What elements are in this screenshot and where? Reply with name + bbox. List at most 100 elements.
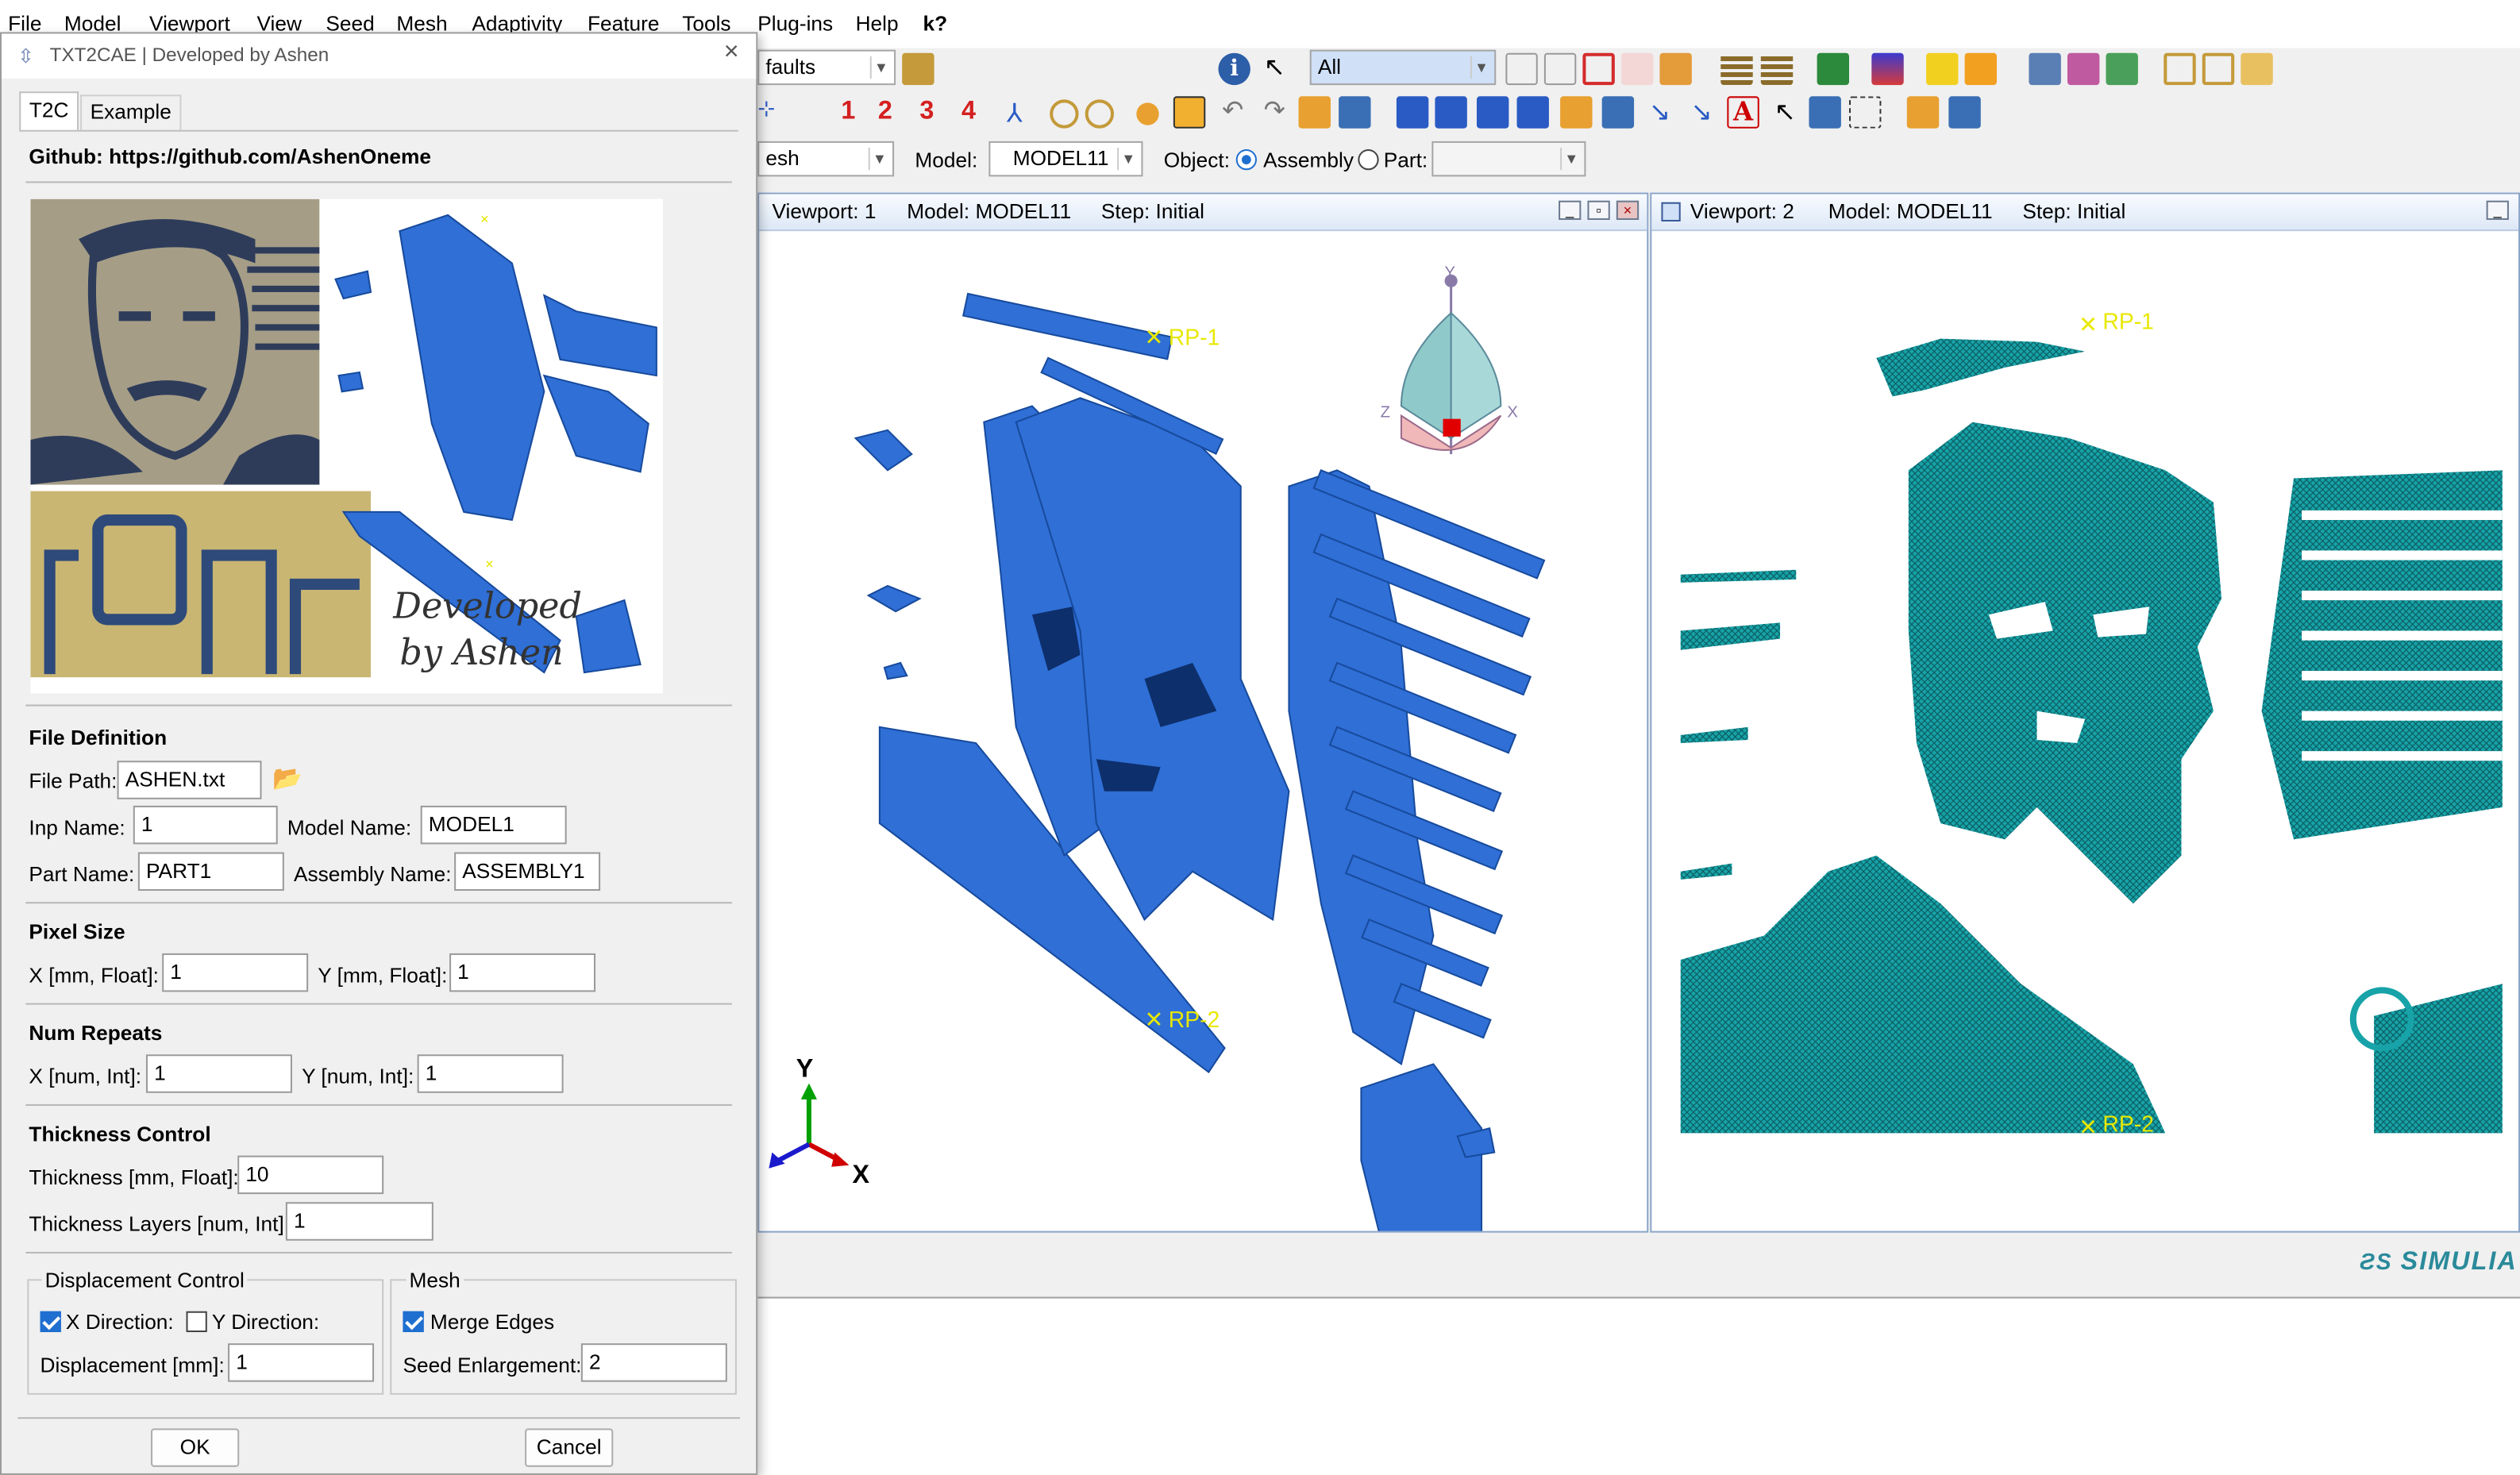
query-icon[interactable] — [1173, 96, 1206, 129]
tab-t2c[interactable]: T2C — [19, 91, 79, 130]
partition-edge-icon[interactable] — [2106, 52, 2138, 86]
csys-icon[interactable]: ⊹ — [757, 96, 789, 128]
part-radio[interactable] — [1358, 149, 1379, 171]
select-rect-icon[interactable] — [1582, 52, 1615, 86]
window-menu-icon[interactable] — [1661, 202, 1681, 221]
y-direction-checkbox[interactable] — [186, 1311, 207, 1333]
model-name-field[interactable]: MODEL1 — [420, 805, 567, 845]
thickness-field[interactable]: 10 — [237, 1155, 384, 1195]
element-type-icon[interactable] — [1871, 52, 1904, 86]
table-icon[interactable] — [1339, 96, 1371, 129]
ring2-icon[interactable] — [1085, 99, 1115, 129]
displacement-field[interactable]: 1 — [228, 1343, 375, 1382]
redo-icon[interactable]: ↷ — [1258, 96, 1290, 128]
viewport-tile-v-icon[interactable] — [1516, 96, 1549, 129]
view-2-button[interactable]: 2 — [878, 98, 892, 126]
partition-cell-icon[interactable] — [2029, 52, 2061, 86]
seed-enlargement-field[interactable]: 2 — [580, 1343, 727, 1382]
context-bar: esh ▼ Model: MODEL11 ▼ Object: Assembly Pa… — [757, 137, 2520, 183]
view-iso-icon[interactable] — [2164, 52, 2196, 86]
grid-icon[interactable] — [1848, 96, 1882, 129]
x-direction-label: X Direction: — [65, 1309, 174, 1334]
view-3-button[interactable]: 3 — [919, 98, 934, 126]
file-path-field[interactable]: ASHEN.txt — [117, 761, 262, 799]
divider — [25, 1003, 732, 1005]
viewport-tile-h-icon[interactable] — [1476, 96, 1509, 129]
partition-face-icon[interactable] — [2067, 52, 2100, 86]
defaults-combo[interactable]: faults ▼ — [757, 49, 896, 86]
divider — [17, 1417, 741, 1419]
x-direction-checkbox[interactable] — [40, 1311, 61, 1333]
model-name-label: Model Name: — [287, 815, 412, 840]
inp-name-field[interactable]: 1 — [133, 805, 278, 845]
view-4-button[interactable]: 4 — [961, 98, 976, 126]
viewport-2-titlebar: Viewport: 2 Model: MODEL11 Step: Initial… — [1651, 194, 2519, 232]
options-icon[interactable] — [1948, 96, 1981, 129]
tab-example[interactable]: Example — [80, 94, 182, 130]
assembly-name-field[interactable]: ASSEMBLY1 — [454, 852, 601, 892]
cancel-button[interactable]: Cancel — [525, 1428, 614, 1467]
rp2-marker: ✕ — [1144, 1007, 1163, 1032]
dialog-close-icon[interactable]: × — [724, 39, 739, 67]
list2-icon[interactable] — [1809, 96, 1841, 129]
select-arrow-icon[interactable]: ↖ — [1258, 53, 1290, 85]
info-icon[interactable]: i — [1218, 52, 1250, 86]
menu-help[interactable]: Help — [856, 11, 899, 35]
folder-open-icon[interactable]: 📂 — [272, 764, 303, 795]
message-area[interactable] — [757, 1296, 2520, 1475]
selection-filter-combo[interactable]: All ▼ — [1309, 49, 1497, 86]
merge-edges-checkbox[interactable] — [403, 1311, 424, 1333]
arrow2-annotation-icon[interactable]: ↘ — [1686, 96, 1717, 128]
view-front-icon[interactable] — [2202, 52, 2235, 86]
arrow-annotation-icon[interactable]: ↘ — [1643, 96, 1675, 128]
viewport-2[interactable]: Viewport: 2 Model: MODEL11 Step: Initial… — [1650, 192, 2520, 1233]
select-box-icon[interactable] — [1543, 52, 1577, 86]
list-icon[interactable] — [1601, 96, 1635, 129]
sphere-icon[interactable] — [1136, 102, 1159, 125]
viewport-1[interactable]: Viewport: 1 Model: MODEL11 Step: Initial… — [757, 192, 1649, 1233]
txt2cae-dialog: ⇳ TXT2CAE | Developed by Ashen × T2C Exa… — [0, 32, 758, 1475]
view-1-button[interactable]: 1 — [841, 98, 855, 126]
pointer-icon[interactable]: ↖ — [1769, 96, 1801, 128]
select-from-viewport-icon[interactable] — [1505, 52, 1538, 86]
context-help-icon[interactable]: k? — [923, 11, 947, 35]
repeat-x-field[interactable]: 1 — [145, 1054, 292, 1093]
delete-mesh-icon[interactable] — [1964, 52, 1997, 86]
assembly-radio[interactable] — [1235, 149, 1257, 171]
ring-icon[interactable] — [1050, 99, 1079, 129]
viewport-1-title: Viewport: 1 — [772, 198, 877, 224]
render-style-icon[interactable] — [902, 52, 934, 86]
undo-icon[interactable]: ↶ — [1216, 96, 1248, 128]
minimize-icon[interactable]: _ — [1559, 200, 1582, 220]
pixel-y-field[interactable]: 1 — [449, 953, 596, 992]
repeat-y-field[interactable]: 1 — [417, 1054, 564, 1093]
seed-part-icon[interactable] — [1760, 52, 1794, 86]
thickness-layers-field[interactable]: 1 — [285, 1202, 433, 1241]
viewport-single-icon[interactable] — [1396, 96, 1429, 129]
model-combo[interactable]: MODEL11 ▼ — [988, 141, 1143, 177]
part-icon[interactable] — [1659, 52, 1692, 86]
ok-button[interactable]: OK — [151, 1428, 240, 1467]
github-link[interactable]: Github: https://github.com/AshenOneme — [29, 144, 431, 168]
align-icon[interactable] — [1906, 96, 1940, 129]
seed-edges-icon[interactable] — [1720, 52, 1753, 86]
pixel-x-field[interactable]: 1 — [162, 953, 309, 992]
menu-plugins[interactable]: Plug-ins — [757, 11, 833, 35]
part-combo[interactable]: ▼ — [1431, 141, 1586, 177]
mesh-part-icon[interactable] — [1926, 52, 1959, 86]
minimize-icon[interactable]: _ — [2486, 200, 2509, 220]
merge-edges-label: Merge Edges — [430, 1309, 555, 1334]
part-name-field[interactable]: PART1 — [137, 852, 284, 892]
view-solid-icon[interactable] — [2241, 52, 2273, 86]
select-nodes-icon[interactable] — [1620, 52, 1654, 86]
viewport-cascade-icon[interactable] — [1435, 96, 1467, 129]
mesh-controls-icon[interactable] — [1817, 52, 1849, 86]
restore-icon[interactable]: ▫ — [1587, 200, 1610, 220]
object-label: Object: — [1163, 147, 1231, 172]
module-combo[interactable]: esh ▼ — [757, 141, 895, 177]
text-annotation-icon[interactable]: A — [1727, 96, 1759, 129]
triad-icon[interactable]: ⅄ — [998, 98, 1030, 129]
assign-icon[interactable] — [1298, 96, 1331, 129]
close-icon[interactable]: × — [1616, 200, 1640, 220]
link-icon[interactable] — [1560, 96, 1593, 129]
